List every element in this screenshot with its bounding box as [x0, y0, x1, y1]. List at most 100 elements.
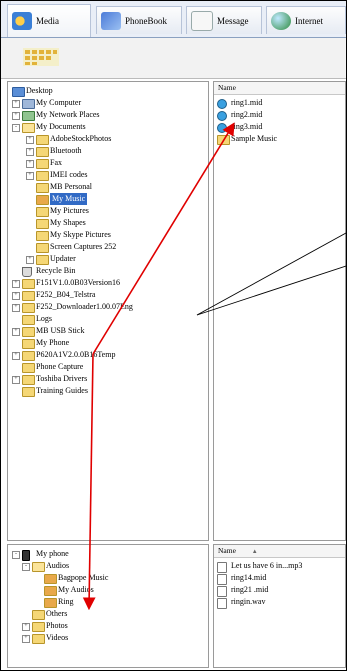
tree-item[interactable]: + My Network Places [8, 109, 208, 121]
item-label: My Computer [36, 98, 82, 107]
tree-item[interactable]: MB Personal [8, 181, 208, 193]
tree-item[interactable]: My Audios [8, 584, 208, 596]
expand-icon[interactable]: + [12, 112, 20, 120]
item-label: ring21 .mid [231, 585, 269, 594]
tree-item[interactable]: ring2.mid [214, 109, 345, 121]
expand-icon[interactable]: + [26, 172, 34, 180]
tree-item[interactable]: - My Documents [8, 121, 208, 133]
item-label: Let us have 6 in...mp3 [231, 561, 303, 570]
tree-item[interactable]: + P620A1V2.0.0B16Temp [8, 349, 208, 361]
media-file-icon [217, 123, 227, 133]
tree-item[interactable]: Phone Capture [8, 361, 208, 373]
expand-icon[interactable]: + [26, 160, 34, 168]
tree-item[interactable]: ring3.mid [214, 121, 345, 133]
folder-icon [32, 610, 45, 620]
item-label: Updater [50, 254, 76, 263]
tree-item[interactable]: + F151V1.0.0B03Version16 [8, 277, 208, 289]
tree-item[interactable]: + F252_B04_Telstra [8, 289, 208, 301]
tree-item[interactable]: Screen Captures 252 [8, 241, 208, 253]
tree-item[interactable]: My Phone [8, 337, 208, 349]
file-icon [217, 598, 227, 609]
tree-item[interactable]: ring21 .mid [214, 584, 345, 597]
collapse-icon[interactable]: - [22, 563, 30, 571]
item-label: MB Personal [50, 182, 92, 191]
name-column-header[interactable]: Name [214, 82, 345, 95]
folder-icon [36, 135, 49, 145]
name-column-header[interactable]: Name ▲ [214, 545, 345, 558]
tree-item[interactable]: My Music [8, 193, 208, 205]
tree-item[interactable]: + Fax [8, 157, 208, 169]
item-label: Videos [46, 633, 69, 642]
tree-item[interactable]: Sample Music [214, 133, 345, 145]
item-label: ring2.mid [231, 110, 263, 119]
folder-icon [22, 387, 35, 397]
tab-internet[interactable]: Internet [266, 6, 346, 34]
tab-phonebook[interactable]: PhoneBook [96, 6, 182, 34]
tree-item[interactable]: My Shapes [8, 217, 208, 229]
media-file-icon [217, 111, 227, 121]
tree-item[interactable]: + Bluetooth [8, 145, 208, 157]
folder-open-icon [32, 562, 45, 572]
tree-item[interactable]: Logs [8, 313, 208, 325]
expand-icon[interactable]: + [26, 148, 34, 156]
tree-item[interactable]: My Pictures [8, 205, 208, 217]
folder-icon [22, 315, 35, 325]
tree-item[interactable]: My Skype Pictures [8, 229, 208, 241]
item-label: ring14.mid [231, 573, 267, 582]
tree-item[interactable]: ringin.wav [214, 596, 345, 609]
tree-item[interactable]: + Videos [8, 632, 208, 644]
folder-icon [36, 255, 49, 265]
collapse-icon[interactable]: - [12, 124, 20, 132]
expand-icon[interactable]: + [22, 623, 30, 631]
expand-icon[interactable]: + [12, 100, 20, 108]
expand-icon[interactable]: + [12, 304, 20, 312]
item-label: F151V1.0.0B03Version16 [36, 278, 121, 287]
expand-icon[interactable]: + [12, 292, 20, 300]
item-label: My Phone [36, 338, 70, 347]
tree-item[interactable]: Bagpope Music [8, 572, 208, 584]
tree-item[interactable]: - My phone [8, 548, 208, 561]
tree-item[interactable]: + MB USB Stick [8, 325, 208, 337]
tree-item[interactable]: + Updater [8, 253, 208, 265]
tree-item[interactable]: + IMEI codes [8, 169, 208, 181]
tree-item[interactable]: + AdobeStockPhotos [8, 133, 208, 145]
media-file-icon [217, 99, 227, 109]
item-label: Bluetooth [50, 146, 82, 155]
sort-ascending-icon: ▲ [251, 549, 258, 555]
expand-icon[interactable]: + [12, 352, 20, 360]
expand-icon[interactable]: + [26, 136, 34, 144]
expand-icon[interactable]: + [12, 376, 20, 384]
item-label: ring1.mid [231, 98, 263, 107]
tab-media[interactable]: Media [7, 4, 91, 37]
item-label: Training Guides [36, 386, 88, 395]
item-label: Others [46, 609, 68, 618]
expand-icon[interactable]: + [22, 635, 30, 643]
tree-item[interactable]: - Audios [8, 560, 208, 572]
item-label: IMEI codes [50, 170, 88, 179]
folder-icon [22, 375, 35, 385]
tree-item[interactable]: Desktop [8, 85, 208, 97]
tree-item[interactable]: + F252_Downloader1.00.07Eng [8, 301, 208, 313]
folder-icon [36, 183, 49, 193]
tree-item[interactable]: Ring [8, 596, 208, 608]
tree-item[interactable]: + My Computer [8, 97, 208, 109]
expand-icon[interactable]: + [12, 280, 20, 288]
tree-item[interactable]: + Toshiba Drivers [8, 373, 208, 385]
grid-view-icon[interactable] [23, 46, 59, 68]
collapse-icon[interactable]: - [12, 551, 20, 559]
phone-tree: - My phone - Audios Bagpope Music My Audios Ri… [7, 544, 209, 668]
tree-item[interactable]: Training Guides [8, 385, 208, 397]
tree-item[interactable]: ring14.mid [214, 572, 345, 585]
tree-item[interactable]: ring1.mid [214, 97, 345, 109]
expand-icon[interactable]: + [26, 256, 34, 264]
tree-item[interactable]: + Photos [8, 620, 208, 632]
tab-message[interactable]: Message [186, 6, 262, 34]
tree-item[interactable]: Others [8, 608, 208, 620]
item-label: Sample Music [231, 134, 277, 143]
item-label: Toshiba Drivers [36, 374, 88, 383]
music-folder-icon [44, 598, 57, 608]
item-label: Audios [46, 561, 70, 570]
tree-item[interactable]: Let us have 6 in...mp3 [214, 560, 345, 573]
tree-item[interactable]: Recycle Bin [8, 265, 208, 277]
expand-icon[interactable]: + [12, 328, 20, 336]
